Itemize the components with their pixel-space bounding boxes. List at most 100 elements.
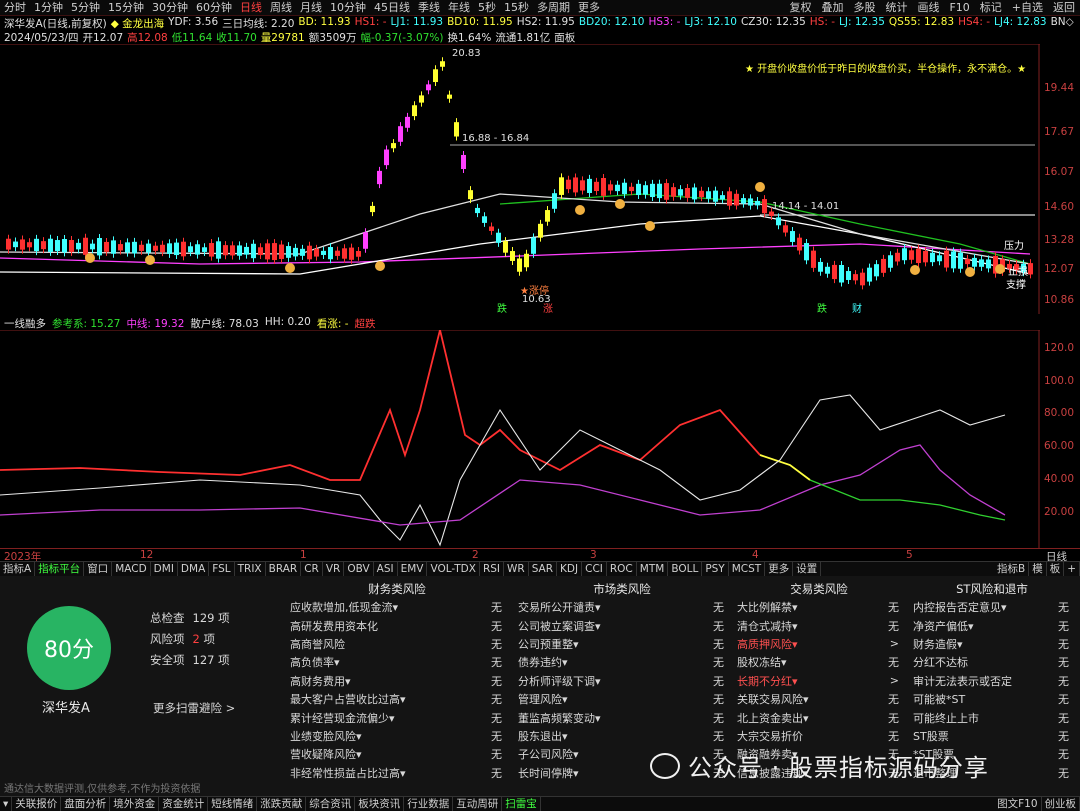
indicator-tab-right-2[interactable]: 板 <box>1047 562 1065 576</box>
timeframe-13[interactable]: 5秒 <box>474 0 500 15</box>
indicator-tab-2[interactable]: 窗口 <box>84 562 113 576</box>
indicator-tab-8[interactable]: BRAR <box>266 562 302 576</box>
indicator-tab-16[interactable]: WR <box>504 562 529 576</box>
risk-item[interactable]: 可能终止上市 无 <box>909 708 1075 726</box>
risk-item[interactable]: 清仓式减持▾ 无 <box>733 616 905 634</box>
indicator-tab-24[interactable]: MCST <box>729 562 766 576</box>
indicator-tab-7[interactable]: TRIX <box>235 562 266 576</box>
risk-item[interactable]: 内控报告否定意见▾ 无 <box>909 598 1075 616</box>
indicator-tab-right-1[interactable]: 模 <box>1029 562 1047 576</box>
indicator-tab-right-3[interactable]: + <box>1064 562 1080 576</box>
risk-item[interactable]: 债券违约▾ 无 <box>514 653 730 671</box>
indicator-tab-23[interactable]: PSY <box>702 562 729 576</box>
indicator-tab-11[interactable]: OBV <box>344 562 374 576</box>
risk-item[interactable]: 高研发费用资本化 无 <box>286 616 508 634</box>
indicator-tab-18[interactable]: KDJ <box>557 562 583 576</box>
bottom-tab-9[interactable]: 互动周研 <box>453 797 503 811</box>
indicator-tab-1[interactable]: 指标平台 <box>35 562 85 576</box>
timeframe-6[interactable]: 日线 <box>236 0 266 15</box>
tool-3[interactable]: 统计 <box>880 0 912 15</box>
bottom-tab-4[interactable]: 短线情绪 <box>208 797 258 811</box>
indicator-tab-4[interactable]: DMI <box>151 562 178 576</box>
risk-item[interactable]: 公司预重整▾ 无 <box>514 635 730 653</box>
indicator-tab-5[interactable]: DMA <box>178 562 210 576</box>
risk-item[interactable]: 应收款增加,低现金流▾ 无 <box>286 598 508 616</box>
timeframe-2[interactable]: 5分钟 <box>67 0 104 15</box>
timeframe-8[interactable]: 月线 <box>296 0 326 15</box>
risk-item[interactable]: 高负债率▾ 无 <box>286 653 508 671</box>
indicator-tab-14[interactable]: VOL-TDX <box>427 562 480 576</box>
indicator-name[interactable]: 一线融多 <box>4 316 46 330</box>
bottom-tab-5[interactable]: 涨跌贡献 <box>257 797 307 811</box>
indicator-tab-13[interactable]: EMV <box>398 562 428 576</box>
bottom-tab-2[interactable]: 境外资金 <box>110 797 160 811</box>
risk-item[interactable]: 非经常性损益占比过高▾ 无 <box>286 764 508 782</box>
indicator-tab-21[interactable]: MTM <box>637 562 669 576</box>
indicator-tab-12[interactable]: ASI <box>374 562 398 576</box>
risk-item[interactable]: 大比例解禁▾ 无 <box>733 598 905 616</box>
timeframe-3[interactable]: 15分钟 <box>104 0 148 15</box>
indicator-tab-20[interactable]: ROC <box>607 562 637 576</box>
bottom-tab-3[interactable]: 资金统计 <box>159 797 209 811</box>
bottom-right-0[interactable]: 图文F10 <box>994 797 1042 811</box>
indicator-tab-26[interactable]: 设置 <box>793 562 822 576</box>
indicator-tab-9[interactable]: CR <box>301 562 323 576</box>
timeframe-9[interactable]: 10分钟 <box>326 0 370 15</box>
indicator-tab-25[interactable]: 更多 <box>765 562 794 576</box>
tool-4[interactable]: 画线 <box>912 0 944 15</box>
tool-8[interactable]: 返回 <box>1048 0 1080 15</box>
risk-item[interactable]: 股东退出▾ 无 <box>514 727 730 745</box>
risk-item[interactable]: 高商誉风险 无 <box>286 635 508 653</box>
more-scan-link[interactable]: 更多扫雷避险 > <box>153 700 235 716</box>
panel-button[interactable]: 面板 <box>554 30 575 43</box>
oscillator-chart[interactable] <box>0 330 1040 548</box>
risk-item[interactable]: 分红不达标 无 <box>909 653 1075 671</box>
timeframe-11[interactable]: 季线 <box>414 0 444 15</box>
indicator-tab-0[interactable]: 指标A <box>0 562 36 576</box>
timeframe-15[interactable]: 多周期 <box>533 0 574 15</box>
risk-item[interactable]: 长期不分红▾ > <box>733 672 905 690</box>
timeframe-0[interactable]: 分时 <box>0 0 30 15</box>
candlestick-chart[interactable]: ★ 开盘价收盘价低于昨日的收盘价买，半仓操作，永不满仓。★ 20.83 16.88 … <box>0 44 1040 314</box>
risk-item[interactable]: ST股票 无 <box>909 727 1075 745</box>
bottom-tab-0[interactable]: 关联报价 <box>12 797 62 811</box>
risk-item[interactable]: 业绩变脸风险▾ 无 <box>286 727 508 745</box>
risk-item[interactable]: 可能被*ST 无 <box>909 690 1075 708</box>
timeframe-1[interactable]: 1分钟 <box>30 0 67 15</box>
risk-item[interactable]: 董监高频繁变动▾ 无 <box>514 708 730 726</box>
bottom-tab-10[interactable]: 扫雷宝 <box>502 797 541 811</box>
timeframe-12[interactable]: 年线 <box>444 0 474 15</box>
timeframe-7[interactable]: 周线 <box>266 0 296 15</box>
tool-2[interactable]: 多股 <box>848 0 880 15</box>
indicator-tab-19[interactable]: CCI <box>582 562 607 576</box>
bottom-tab-6[interactable]: 综合资讯 <box>306 797 356 811</box>
indicator-tab-10[interactable]: VR <box>323 562 345 576</box>
tool-7[interactable]: +自选 <box>1007 0 1048 15</box>
indicator-tab-17[interactable]: SAR <box>529 562 558 576</box>
timeframe-14[interactable]: 15秒 <box>500 0 533 15</box>
indicator-tab-right-0[interactable]: 指标B <box>994 562 1030 576</box>
formula-name[interactable]: ◆ 金龙出海 <box>111 16 164 30</box>
risk-item[interactable]: 高财务费用▾ 无 <box>286 672 508 690</box>
risk-item[interactable]: 大宗交易折价 无 <box>733 727 905 745</box>
indicator-tab-22[interactable]: BOLL <box>668 562 703 576</box>
date-axis-period[interactable]: 日线 <box>1046 549 1067 561</box>
tool-0[interactable]: 复权 <box>784 0 816 15</box>
risk-item[interactable]: 净资产偏低▾ 无 <box>909 616 1075 634</box>
risk-item[interactable]: 交易所公开谴责▾ 无 <box>514 598 730 616</box>
risk-item[interactable]: 财务造假▾ 无 <box>909 635 1075 653</box>
risk-item[interactable]: 审计无法表示或否定 无 <box>909 672 1075 690</box>
bottom-tab-8[interactable]: 行业数据 <box>404 797 454 811</box>
bottom-right-1[interactable]: 创业板 <box>1042 797 1080 811</box>
tool-1[interactable]: 叠加 <box>816 0 848 15</box>
risk-item[interactable]: 北上资金卖出▾ 无 <box>733 708 905 726</box>
risk-item[interactable]: 分析师评级下调▾ 无 <box>514 672 730 690</box>
risk-item[interactable]: 累计经营现金流偏少▾ 无 <box>286 708 508 726</box>
indicator-tab-3[interactable]: MACD <box>112 562 151 576</box>
bottom-menu-icon[interactable]: ▾ <box>0 797 13 811</box>
timeframe-5[interactable]: 60分钟 <box>192 0 236 15</box>
risk-item[interactable]: 管理风险▾ 无 <box>514 690 730 708</box>
tool-6[interactable]: 标记 <box>975 0 1007 15</box>
risk-item[interactable]: 公司被立案调查▾ 无 <box>514 616 730 634</box>
timeframe-4[interactable]: 30分钟 <box>148 0 192 15</box>
